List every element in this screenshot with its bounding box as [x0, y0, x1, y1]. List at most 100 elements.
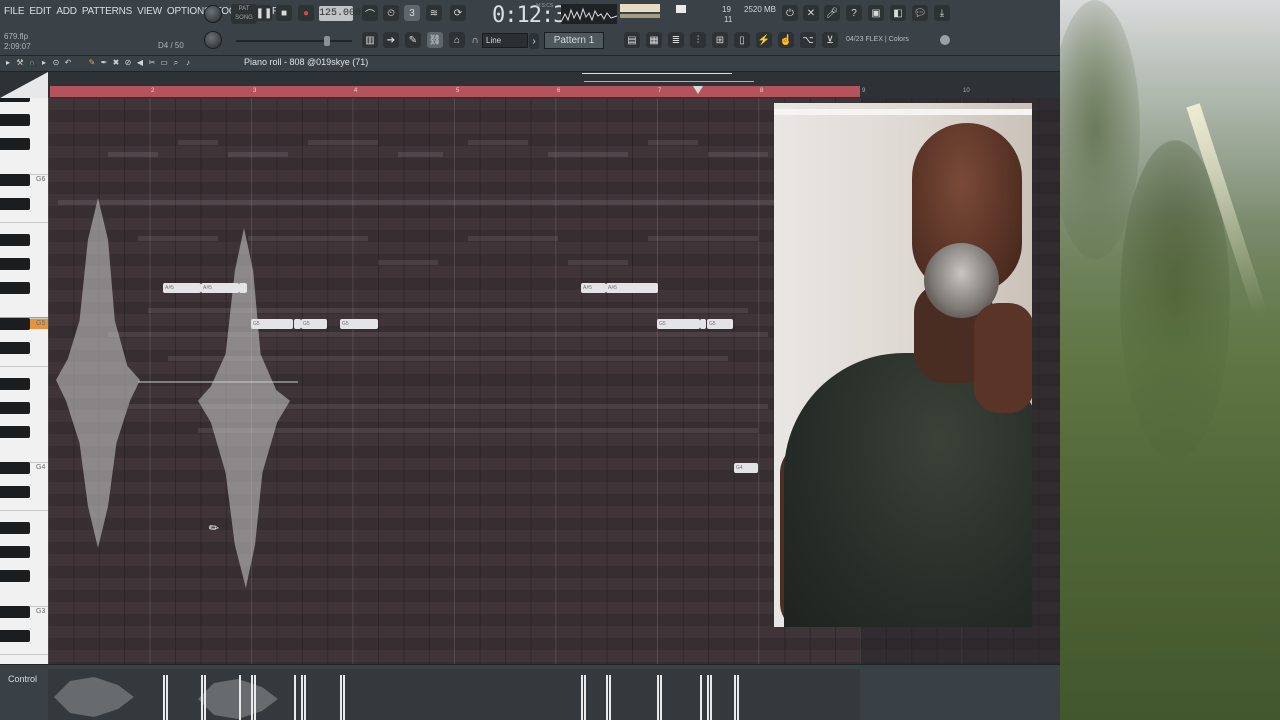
velocity-bar[interactable] — [251, 675, 253, 720]
velocity-bar[interactable] — [700, 675, 702, 720]
menu-add[interactable]: ADD — [56, 6, 77, 17]
black-key[interactable] — [0, 138, 30, 150]
playlist-button[interactable]: ▤ — [624, 32, 640, 48]
metronome-button[interactable]: ⌒ — [362, 5, 378, 21]
panic-button[interactable]: ⏻ — [782, 5, 798, 21]
undo-icon[interactable]: ↶ — [64, 58, 72, 68]
velocity-bar[interactable] — [201, 675, 203, 720]
note-block[interactable]: A#5 — [163, 283, 201, 293]
black-key[interactable] — [0, 282, 30, 294]
stamp-button[interactable]: ⌂ — [449, 32, 465, 48]
piano-roll-button[interactable]: ≣ — [668, 32, 684, 48]
velocity-bar[interactable] — [584, 675, 586, 720]
menu-patterns[interactable]: PATTERNS — [82, 6, 132, 17]
countdown-button[interactable]: 3 — [404, 5, 420, 21]
piano-keyboard[interactable]: G6 G5 G4 G3 — [0, 98, 48, 664]
velocity-bar[interactable] — [609, 675, 611, 720]
browser-button[interactable]: ▯ — [734, 32, 750, 48]
black-key[interactable] — [0, 402, 30, 414]
velocity-bar[interactable] — [166, 675, 168, 720]
touch-keyboard-button[interactable]: ☝ — [778, 32, 794, 48]
mixer-view-button[interactable]: ⫶ — [690, 32, 706, 48]
velocity-bar[interactable] — [239, 675, 241, 720]
loop-region[interactable] — [50, 86, 860, 97]
arrow-button[interactable]: ➔ — [383, 32, 399, 48]
velocity-bar[interactable] — [254, 675, 256, 720]
zoom-tool-icon[interactable]: ⌕ — [172, 58, 180, 68]
menu-edit[interactable]: EDIT — [29, 6, 51, 17]
master-volume-knob[interactable] — [204, 5, 222, 23]
link-button[interactable]: ⛓ — [427, 32, 443, 48]
slip-tool-icon[interactable]: ◀ — [136, 58, 144, 68]
options-arrow-icon[interactable]: ▸ — [4, 58, 12, 68]
black-key[interactable] — [0, 462, 30, 474]
note-block[interactable]: G4 — [734, 463, 758, 473]
play-from-icon[interactable]: ▸ — [40, 58, 48, 68]
velocity-bar[interactable] — [163, 675, 165, 720]
download-button[interactable]: ⤓ — [934, 5, 950, 21]
slider-handle[interactable] — [324, 36, 330, 46]
chat-button[interactable]: 💬︎ — [912, 5, 928, 21]
wait-input-button[interactable]: ⏲ — [383, 5, 399, 21]
black-key[interactable] — [0, 114, 30, 126]
help-button[interactable]: ? — [846, 5, 862, 21]
black-key[interactable] — [0, 522, 30, 534]
velocity-bar[interactable] — [707, 675, 709, 720]
tools-wrench-icon[interactable]: ⚒ — [16, 58, 24, 68]
black-key[interactable] — [0, 98, 30, 102]
channel-rack-button[interactable]: ⊞ — [712, 32, 728, 48]
blend-notes-button[interactable]: ≋ — [426, 5, 442, 21]
black-key[interactable] — [0, 258, 30, 270]
snap-select[interactable]: Line — [482, 33, 528, 48]
black-key[interactable] — [0, 486, 30, 498]
menu-file[interactable]: FILE — [4, 6, 25, 17]
playhead-marker[interactable] — [693, 86, 703, 94]
play-pause-button[interactable]: ❚❚ — [256, 5, 272, 21]
velocity-bar[interactable] — [301, 675, 303, 720]
pat-song-toggle[interactable]: PAT SONG — [231, 4, 257, 24]
save-button[interactable]: ▣ — [868, 5, 884, 21]
preview-tool-icon[interactable]: ♪ — [184, 58, 192, 68]
velocity-bar[interactable] — [204, 675, 206, 720]
mute-tool-icon[interactable]: ⊘ — [124, 58, 132, 68]
note-block[interactable]: A#5 — [606, 283, 658, 293]
rendering-button[interactable]: ◧ — [890, 5, 906, 21]
tempo-display[interactable]: 125.000 — [319, 6, 361, 21]
black-key[interactable] — [0, 234, 30, 246]
velocity-bar[interactable] — [581, 675, 583, 720]
velocity-bar[interactable] — [734, 675, 736, 720]
loop-record-button[interactable]: ⟳ — [450, 5, 466, 21]
main-slider[interactable] — [236, 40, 352, 42]
velocity-bar[interactable] — [343, 675, 345, 720]
velocity-bar[interactable] — [606, 675, 608, 720]
black-key[interactable] — [0, 342, 30, 354]
record-button[interactable]: ● — [298, 5, 314, 21]
slice-tool-icon[interactable]: ✂ — [148, 58, 156, 68]
horizontal-scrollbar[interactable] — [582, 73, 732, 74]
plugin-button[interactable]: ⚡ — [756, 32, 772, 48]
stop-button[interactable]: ■ — [276, 5, 292, 21]
black-key[interactable] — [0, 570, 30, 582]
black-key[interactable] — [0, 546, 30, 558]
record-audio-button[interactable]: 🎤︎ — [824, 5, 840, 21]
black-key[interactable] — [0, 606, 30, 618]
velocity-bar[interactable] — [660, 675, 662, 720]
menu-view[interactable]: VIEW — [137, 6, 162, 17]
pencil-tool-icon[interactable]: ✎ — [88, 58, 96, 68]
horizontal-zoom-bar[interactable] — [584, 81, 754, 82]
note-block[interactable] — [294, 319, 301, 329]
magnet-button[interactable]: ∩ — [467, 32, 483, 48]
scripting-button[interactable]: ⌥ — [800, 32, 816, 48]
note-block[interactable] — [700, 319, 706, 329]
black-key[interactable] — [0, 318, 30, 330]
velocity-bar[interactable] — [710, 675, 712, 720]
scroll-icon[interactable]: ⊙ — [52, 58, 60, 68]
shop-button[interactable]: ⊻ — [822, 32, 838, 48]
magnet-snap-icon[interactable]: ∩ — [28, 58, 36, 68]
velocity-area[interactable] — [48, 669, 860, 720]
velocity-bar[interactable] — [340, 675, 342, 720]
black-key[interactable] — [0, 426, 30, 438]
select-tool-icon[interactable]: ▭ — [160, 58, 168, 68]
note-block[interactable]: A#5 — [581, 283, 606, 293]
mixer-button[interactable]: ✕ — [803, 5, 819, 21]
